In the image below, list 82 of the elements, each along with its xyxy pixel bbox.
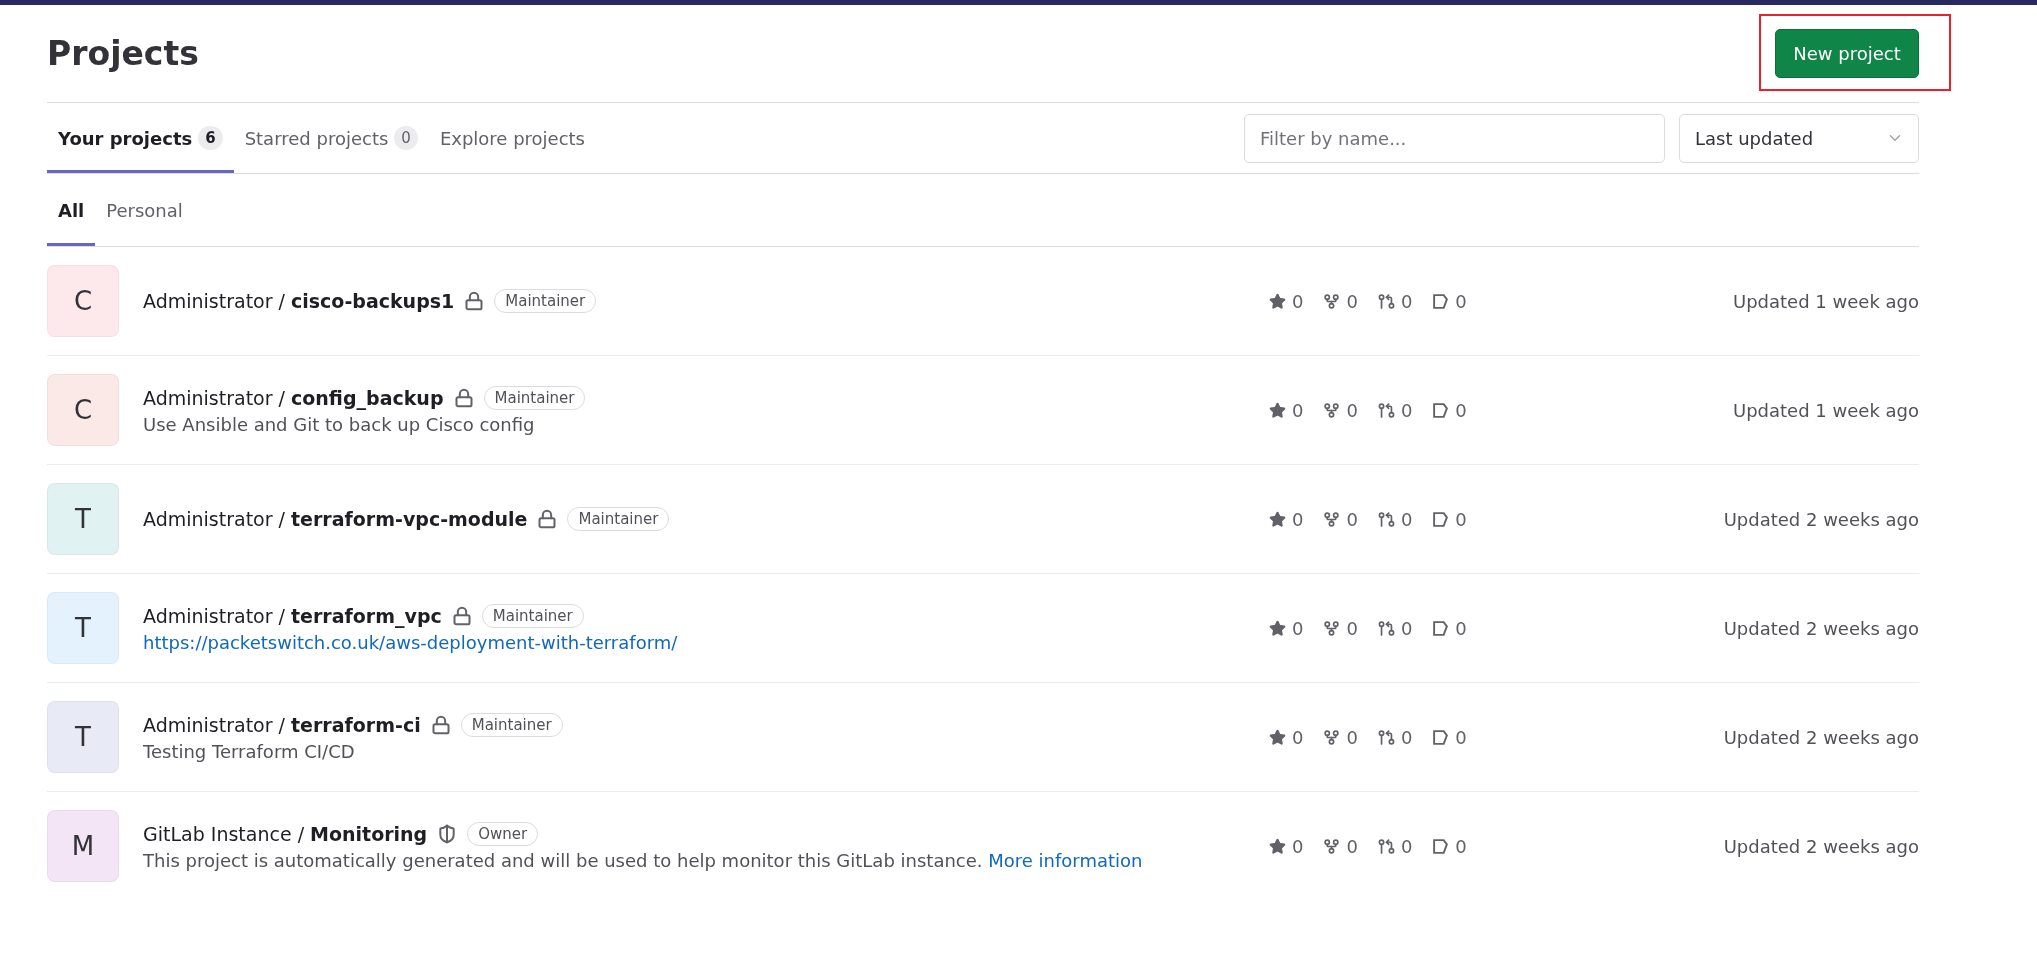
star-icon [1269,510,1286,528]
project-avatar[interactable]: C [47,374,119,446]
star-count[interactable]: 0 [1269,399,1304,421]
fork-icon [1323,728,1341,746]
star-count[interactable]: 0 [1269,835,1304,857]
issue-icon [1432,292,1450,310]
filter-field[interactable]: Filter by name... [1244,113,1665,163]
updated-time: Updated 2 weeks ago [1722,726,1919,748]
fork-icon [1323,401,1341,419]
project-title[interactable]: Administrator / terraform_vpc [143,604,442,627]
issue-icon [1432,619,1450,637]
issue-count[interactable]: 0 [1432,399,1467,421]
issue-count[interactable]: 0 [1432,508,1467,530]
fork-icon [1323,619,1341,637]
fork-icon [1323,510,1341,528]
project-tab[interactable]: Your projects 6 [47,103,234,173]
project-avatar[interactable]: T [47,592,119,664]
page-title: Projects [47,34,199,73]
fork-count[interactable]: 0 [1323,290,1358,312]
merge-request-icon [1377,728,1395,746]
project-avatar[interactable]: M [47,810,119,882]
description-link[interactable]: https://packetswitch.co.uk/aws-deployment-with-terraform/ [143,631,678,653]
star-count[interactable]: 0 [1269,617,1304,639]
project-tab[interactable]: Explore projects [428,103,596,173]
project-title[interactable]: Administrator / config_backup [143,386,444,409]
merge-request-icon [1377,619,1395,637]
fork-count[interactable]: 0 [1323,508,1358,530]
project-title[interactable]: Administrator / terraform-vpc-module [143,508,528,530]
issue-icon [1432,728,1450,746]
project-title[interactable]: GitLab Instance / Monitoring [143,822,428,845]
merge-request-count[interactable]: 0 [1377,617,1413,639]
issue-count[interactable]: 0 [1432,617,1467,639]
merge-request-count[interactable]: 0 [1377,726,1413,748]
fork-count[interactable]: 0 [1323,726,1358,748]
issue-count[interactable]: 0 [1432,835,1467,857]
filter-tab[interactable]: All [47,174,96,246]
updated-time: Updated 2 weeks ago [1722,617,1919,639]
issue-count[interactable]: 0 [1432,726,1467,748]
merge-request-count[interactable]: 0 [1377,835,1413,857]
star-icon [1269,619,1286,637]
issue-count[interactable]: 0 [1432,290,1467,312]
merge-request-icon [1377,292,1395,310]
star-icon [1269,292,1286,310]
project-description: This project is automatically generated and will be used to help monitor this GitLab instance. More information [143,849,1144,871]
fork-count[interactable]: 0 [1323,617,1358,639]
description-link[interactable]: More information [988,849,1143,871]
star-count[interactable]: 0 [1269,290,1304,312]
filter-tab[interactable]: Personal [95,174,194,246]
issue-icon [1432,510,1450,528]
fork-icon [1323,837,1341,855]
project-title[interactable]: Administrator / terraform-ci [143,713,421,736]
issue-icon [1432,837,1450,855]
merge-request-count[interactable]: 0 [1377,399,1413,421]
sort-dropdown[interactable]: Last updated [1679,113,1919,163]
project-tab[interactable]: Starred projects 0 [233,103,429,173]
fork-icon [1323,292,1341,310]
star-count[interactable]: 0 [1269,726,1304,748]
merge-request-icon [1377,837,1395,855]
issue-icon [1432,401,1450,419]
merge-request-count[interactable]: 0 [1377,508,1413,530]
star-icon [1269,401,1286,419]
star-icon [1269,837,1286,855]
star-count[interactable]: 0 [1269,508,1304,530]
fork-count[interactable]: 0 [1323,835,1358,857]
merge-request-count[interactable]: 0 [1377,290,1413,312]
project-avatar[interactable]: T [47,701,119,773]
count-badge: 0 [394,126,418,150]
new-project-button[interactable]: New project [1775,29,1919,78]
updated-time: Updated 1 week ago [1732,399,1919,421]
updated-time: Updated 1 week ago [1732,290,1919,312]
project-avatar[interactable]: C [47,265,119,337]
updated-time: Updated 2 weeks ago [1722,835,1919,857]
merge-request-icon [1377,401,1395,419]
count-badge: 6 [198,126,223,150]
project-description: Use Ansible and Git to back up Cisco config [143,413,536,435]
project-description: Testing Terraform CI/CD [143,740,356,762]
fork-count[interactable]: 0 [1323,399,1358,421]
project-avatar[interactable]: T [47,483,119,555]
project-title[interactable]: Administrator / cisco-backups1 [143,290,455,312]
merge-request-icon [1377,510,1395,528]
star-icon [1269,728,1286,746]
updated-time: Updated 2 weeks ago [1722,508,1919,530]
